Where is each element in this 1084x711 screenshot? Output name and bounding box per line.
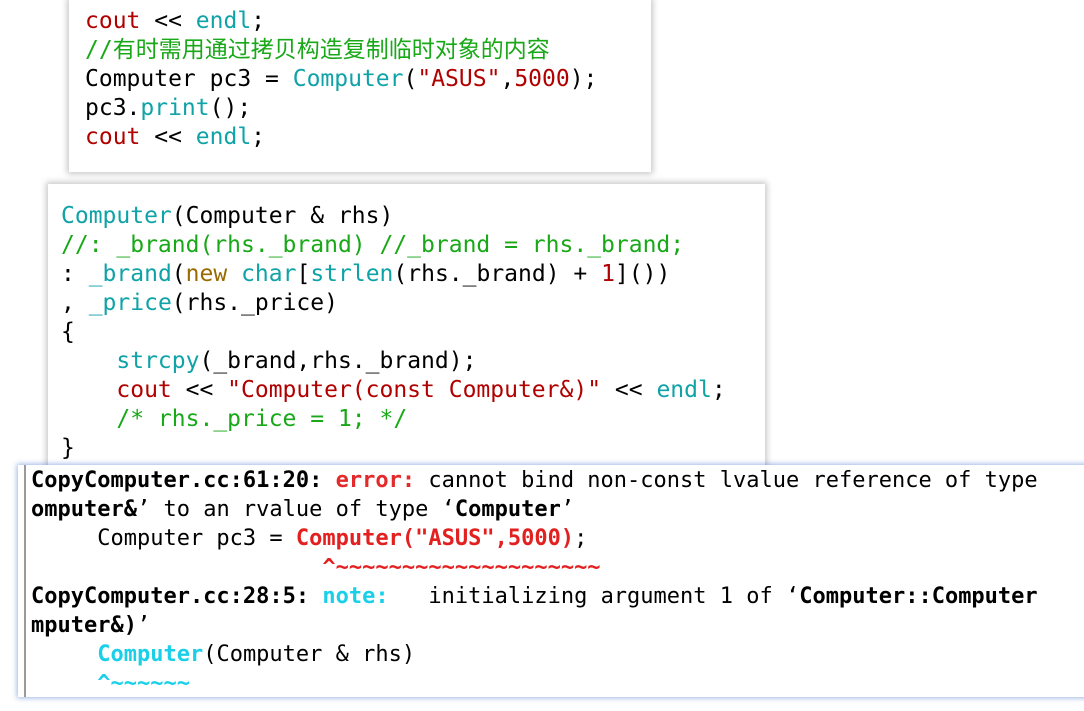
code-token: endl xyxy=(195,8,252,34)
code-token: "ASUS" xyxy=(417,66,501,92)
code-comment: /* rhs._price = 1; */ xyxy=(116,406,408,432)
code-comment: //有时需用通过拷贝构造复制临时对象的内容 xyxy=(85,37,550,63)
error-message: cannot bind non-const lvalue reference o… xyxy=(415,468,1038,493)
code-token: endl xyxy=(656,377,712,403)
code-line: cout << "Computer(const Computer&)" << e… xyxy=(61,376,726,405)
note-caret: ^~~~~~~ xyxy=(97,671,190,696)
code-token: _brand xyxy=(88,261,172,287)
source-text xyxy=(31,642,97,667)
caret-indent xyxy=(31,671,97,696)
note-caret-line: ^~~~~~~ xyxy=(31,669,190,698)
note-message: initializing argument 1 of ‘ xyxy=(388,584,800,609)
code-token: ]()) xyxy=(614,261,671,287)
code-token: char xyxy=(241,261,297,287)
code-line: : _brand(new char[strlen(rhs._brand) + 1… xyxy=(61,260,670,289)
code-token: ; xyxy=(251,124,266,150)
code-comment: //: _brand(rhs._brand) //_brand = rhs._b… xyxy=(61,232,685,258)
code-line: Computer(Computer & rhs) xyxy=(61,202,393,231)
code-line: strcpy(_brand,rhs._brand); xyxy=(61,347,476,376)
code-token: , xyxy=(61,290,89,316)
error-line: CopyComputer.cc:61:20: error: cannot bin… xyxy=(31,466,1038,495)
code-token: cout xyxy=(85,124,141,150)
code-token: pc3. xyxy=(85,95,141,121)
code-token: (rhs._price) xyxy=(171,290,338,316)
source-text: Computer pc3 = xyxy=(31,526,296,551)
note-line: mputer&)’ xyxy=(31,611,150,640)
code-line: } xyxy=(61,435,75,461)
code-token: cout xyxy=(116,377,172,403)
code-token: , xyxy=(500,66,515,92)
code-token: [ xyxy=(296,261,311,287)
code-token: ); xyxy=(569,66,598,92)
code-token: endl xyxy=(195,124,252,150)
error-token: Computer xyxy=(454,497,561,522)
note-line: CopyComputer.cc:28:5: note: initializing… xyxy=(31,582,1038,611)
code-line: { xyxy=(61,319,75,345)
note-token: mputer&) xyxy=(31,613,137,638)
code-token: << xyxy=(171,377,228,403)
note-token: Computer::Computer xyxy=(799,584,1038,609)
code-token: cout xyxy=(85,8,141,34)
code-line: pc3.print(); xyxy=(85,94,251,123)
code-token: strcpy xyxy=(116,348,200,374)
error-caret: ^~~~~~~~~~~~~~~~~~~~~ xyxy=(322,555,601,580)
error-message: ’ to an rvalue of type ‘ xyxy=(136,497,455,522)
copy-constructor-snippet: Computer(Computer & rhs) //: _brand(rhs.… xyxy=(48,184,765,474)
code-token: (_brand,rhs._brand); xyxy=(199,348,477,374)
code-token: Computer xyxy=(61,203,172,229)
code-token: ( xyxy=(403,66,418,92)
code-token: strlen xyxy=(310,261,394,287)
error-label: error: xyxy=(335,468,416,493)
error-location: CopyComputer.cc:61:20: xyxy=(31,468,336,493)
code-token: : xyxy=(61,261,89,287)
note-label: note: xyxy=(322,584,389,609)
code-token: << xyxy=(140,8,196,34)
code-token: ; xyxy=(251,8,266,34)
code-token: << xyxy=(601,377,657,403)
note-location: CopyComputer.cc:28:5: xyxy=(31,584,323,609)
highlighted-expression: Computer("ASUS",5000) xyxy=(295,526,575,551)
code-line: cout << endl; xyxy=(85,7,265,36)
code-token: "Computer(const Computer&)" xyxy=(227,377,602,403)
code-token: 5000 xyxy=(514,66,570,92)
code-line: cout << endl; xyxy=(85,123,265,152)
compiler-error-output: CopyComputer.cc:61:20: error: cannot bin… xyxy=(18,465,1084,697)
highlighted-expression: Computer xyxy=(97,642,204,667)
code-token: new xyxy=(185,261,228,287)
source-text: ; xyxy=(574,526,588,551)
error-token: omputer& xyxy=(31,497,137,522)
error-line: omputer&’ to an rvalue of type ‘Computer… xyxy=(31,495,574,524)
code-line: Computer pc3 = Computer("ASUS",5000); xyxy=(85,65,597,94)
code-line: , _price(rhs._price) xyxy=(61,289,338,318)
code-token: (Computer & rhs) xyxy=(171,203,394,229)
error-message: ’ xyxy=(560,497,575,522)
code-token: Computer xyxy=(292,66,404,92)
code-token: ( xyxy=(171,261,186,287)
code-token: Computer pc3 = xyxy=(85,66,293,92)
code-line: /* rhs._price = 1; */ xyxy=(61,405,407,434)
code-token: (); xyxy=(209,95,252,121)
terminal-left-border xyxy=(24,465,26,697)
code-token: ; xyxy=(711,377,726,403)
code-token: 1 xyxy=(601,261,615,287)
caret-indent xyxy=(31,555,322,580)
source-text: (Computer & rhs) xyxy=(203,642,416,667)
code-token: (rhs._brand) + xyxy=(393,261,602,287)
note-message: ’ xyxy=(136,613,151,638)
code-token: print xyxy=(140,95,210,121)
code-token: << xyxy=(140,124,196,150)
code-token: _price xyxy=(88,290,172,316)
error-source-line: Computer pc3 = Computer("ASUS",5000); xyxy=(31,524,587,553)
top-code-snippet: cout << endl; //有时需用通过拷贝构造复制临时对象的内容 Comp… xyxy=(69,0,651,172)
error-caret-line: ^~~~~~~~~~~~~~~~~~~~~ xyxy=(31,553,601,582)
note-source-line: Computer(Computer & rhs) xyxy=(31,640,415,669)
